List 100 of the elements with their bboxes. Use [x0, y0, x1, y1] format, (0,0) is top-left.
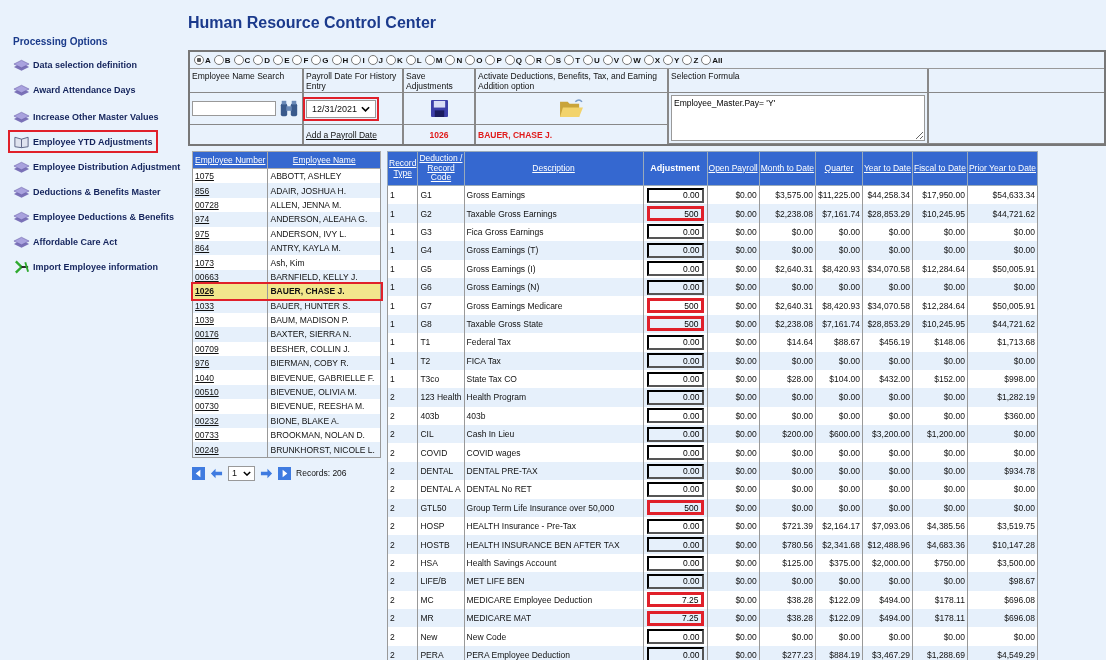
adjustment-field[interactable]: 0.00: [646, 481, 704, 497]
table-cell: $10,245.95: [912, 204, 968, 223]
adjustment-field[interactable]: 0.00: [646, 224, 704, 240]
column-header[interactable]: Prior Year to Date: [967, 151, 1038, 186]
adjustment-field[interactable]: 0.00: [646, 242, 704, 258]
adjustment-field[interactable]: 0.00: [646, 187, 704, 203]
adjustment-field[interactable]: 0.00: [646, 261, 704, 277]
table-cell: $0.00: [912, 498, 968, 518]
adjustment-field[interactable]: 0.00: [646, 390, 704, 405]
employee-number-link[interactable]: 00232: [195, 415, 219, 426]
employee-number-link[interactable]: 976: [195, 358, 210, 369]
table-cell: T2: [417, 351, 465, 370]
employee-number-link[interactable]: 1039: [195, 315, 214, 326]
table-cell: MEDICARE Employee Deduction: [464, 590, 644, 609]
sidebar-item[interactable]: Increase Other Master Values: [8, 105, 164, 128]
column-header[interactable]: Quarter: [815, 151, 863, 186]
table-cell: $0.00: [967, 480, 1038, 499]
table-cell: $98.67: [967, 572, 1038, 591]
employee-number-link[interactable]: 1075: [195, 171, 214, 182]
table-cell: 2: [387, 498, 418, 518]
employee-number-link[interactable]: 00249: [195, 444, 219, 455]
name-search-field[interactable]: [192, 101, 276, 116]
sidebar-item[interactable]: Award Attendance Days: [8, 78, 141, 101]
first-page-icon[interactable]: [192, 466, 205, 480]
table-cell: $0.00: [862, 351, 913, 370]
employee-number-link[interactable]: 1040: [195, 372, 214, 383]
adjustment-field[interactable]: 7.25: [646, 592, 704, 608]
employee-number-link[interactable]: 856: [195, 185, 210, 196]
column-header[interactable]: Deduction / Record Code: [417, 151, 465, 186]
adjustment-field[interactable]: 0.00: [646, 445, 704, 461]
column-header[interactable]: Fiscal to Date: [912, 151, 968, 186]
adjustment-field[interactable]: 0.00: [646, 647, 704, 660]
employee-number-link[interactable]: 00176: [195, 329, 219, 340]
last-page-icon[interactable]: [278, 466, 291, 480]
selection-formula-field[interactable]: Employee_Master.Pay= 'Y': [671, 95, 925, 141]
adjustment-field[interactable]: 500: [646, 298, 704, 314]
chevron-down-icon: [243, 470, 251, 476]
table-cell: $0.00: [815, 498, 863, 518]
column-header[interactable]: Employee Number: [192, 151, 268, 169]
table-cell: $0.00: [707, 314, 760, 334]
column-header[interactable]: Description: [464, 151, 644, 186]
employee-number-link[interactable]: 1026: [195, 286, 214, 297]
folder-icon[interactable]: [559, 98, 584, 119]
table-cell: $34,070.58: [862, 296, 913, 315]
table-cell: $0.00: [912, 461, 968, 481]
adjustment-field[interactable]: 0.00: [646, 518, 704, 534]
table-cell: $0.00: [707, 645, 760, 660]
adjustment-field[interactable]: 0.00: [646, 334, 704, 350]
sidebar-item[interactable]: Deductions & Benefits Master: [8, 180, 166, 203]
table-cell: $0.00: [912, 277, 968, 297]
payroll-date-dropdown[interactable]: 12/31/2021: [306, 99, 377, 118]
adjustment-field[interactable]: 500: [646, 500, 704, 516]
sidebar-item[interactable]: Employee YTD Adjustments: [8, 130, 158, 153]
sidebar-item[interactable]: Import Employee information: [8, 255, 163, 278]
field-label: Save Adjustments: [406, 71, 454, 91]
field-label: Payroll Date For History Entry: [306, 71, 398, 91]
employee-number-link[interactable]: 974: [195, 214, 210, 225]
adjustment-field[interactable]: 0.00: [646, 371, 704, 387]
employee-number-link[interactable]: 1073: [195, 257, 214, 268]
employee-number-link[interactable]: 975: [195, 228, 210, 239]
table-cell: HOSTB: [417, 535, 465, 554]
binoculars-icon[interactable]: [279, 98, 299, 119]
adjustment-field[interactable]: 0.00: [646, 426, 704, 442]
column-header[interactable]: Employee Name: [268, 151, 381, 169]
sidebar-item[interactable]: Data selection definition: [8, 53, 142, 76]
employee-number-link[interactable]: 864: [195, 243, 210, 254]
arrow-right-icon[interactable]: [260, 466, 273, 480]
table-cell: $884.19: [815, 645, 863, 660]
sidebar-item[interactable]: Employee Deductions & Benefits: [8, 205, 180, 228]
letter-radio[interactable]: I: [351, 55, 365, 65]
adjustment-field[interactable]: 0.00: [646, 555, 704, 571]
employee-number-link[interactable]: 00510: [195, 387, 219, 398]
adjustment-field[interactable]: 500: [646, 206, 704, 222]
adjustment-field[interactable]: 0.00: [646, 629, 704, 645]
adjustment-field[interactable]: 0.00: [646, 463, 704, 479]
table-cell: BROOKMAN, NOLAN D.: [268, 428, 381, 443]
employee-number-link[interactable]: 1033: [195, 300, 214, 311]
table-cell: BIEVENUE, REESHA M.: [268, 399, 381, 414]
adjustment-field[interactable]: 0.00: [646, 279, 704, 295]
table-cell: $780.56: [759, 535, 816, 554]
adjustment-field[interactable]: 0.00: [646, 353, 704, 369]
table-cell: 2: [387, 443, 418, 462]
add-payroll-date-link[interactable]: Add a Payroll Date: [306, 129, 377, 140]
table-cell: $12,284.64: [912, 296, 968, 315]
adjustment-field[interactable]: 7.25: [646, 610, 704, 626]
table-cell: $0.00: [862, 627, 913, 646]
column-header[interactable]: Record Type: [387, 151, 418, 186]
column-header[interactable]: Month to Date: [759, 151, 816, 186]
adjustment-field[interactable]: 500: [646, 316, 704, 332]
column-header[interactable]: Year to Date: [862, 151, 913, 186]
arrow-left-icon[interactable]: [210, 466, 223, 480]
page-dropdown[interactable]: 1: [228, 465, 255, 481]
adjustment-field[interactable]: 0.00: [646, 537, 704, 553]
adjustment-field[interactable]: 0.00: [646, 573, 704, 589]
adjustment-field[interactable]: 0.00: [646, 408, 704, 424]
stack-icon: [13, 82, 30, 97]
table-cell: DENTAL A: [417, 480, 465, 499]
sidebar-item[interactable]: Affordable Care Act: [8, 230, 123, 253]
sidebar-item[interactable]: Employee Distribution Adjustment: [8, 155, 186, 178]
column-header[interactable]: Open Payroll: [707, 151, 760, 186]
